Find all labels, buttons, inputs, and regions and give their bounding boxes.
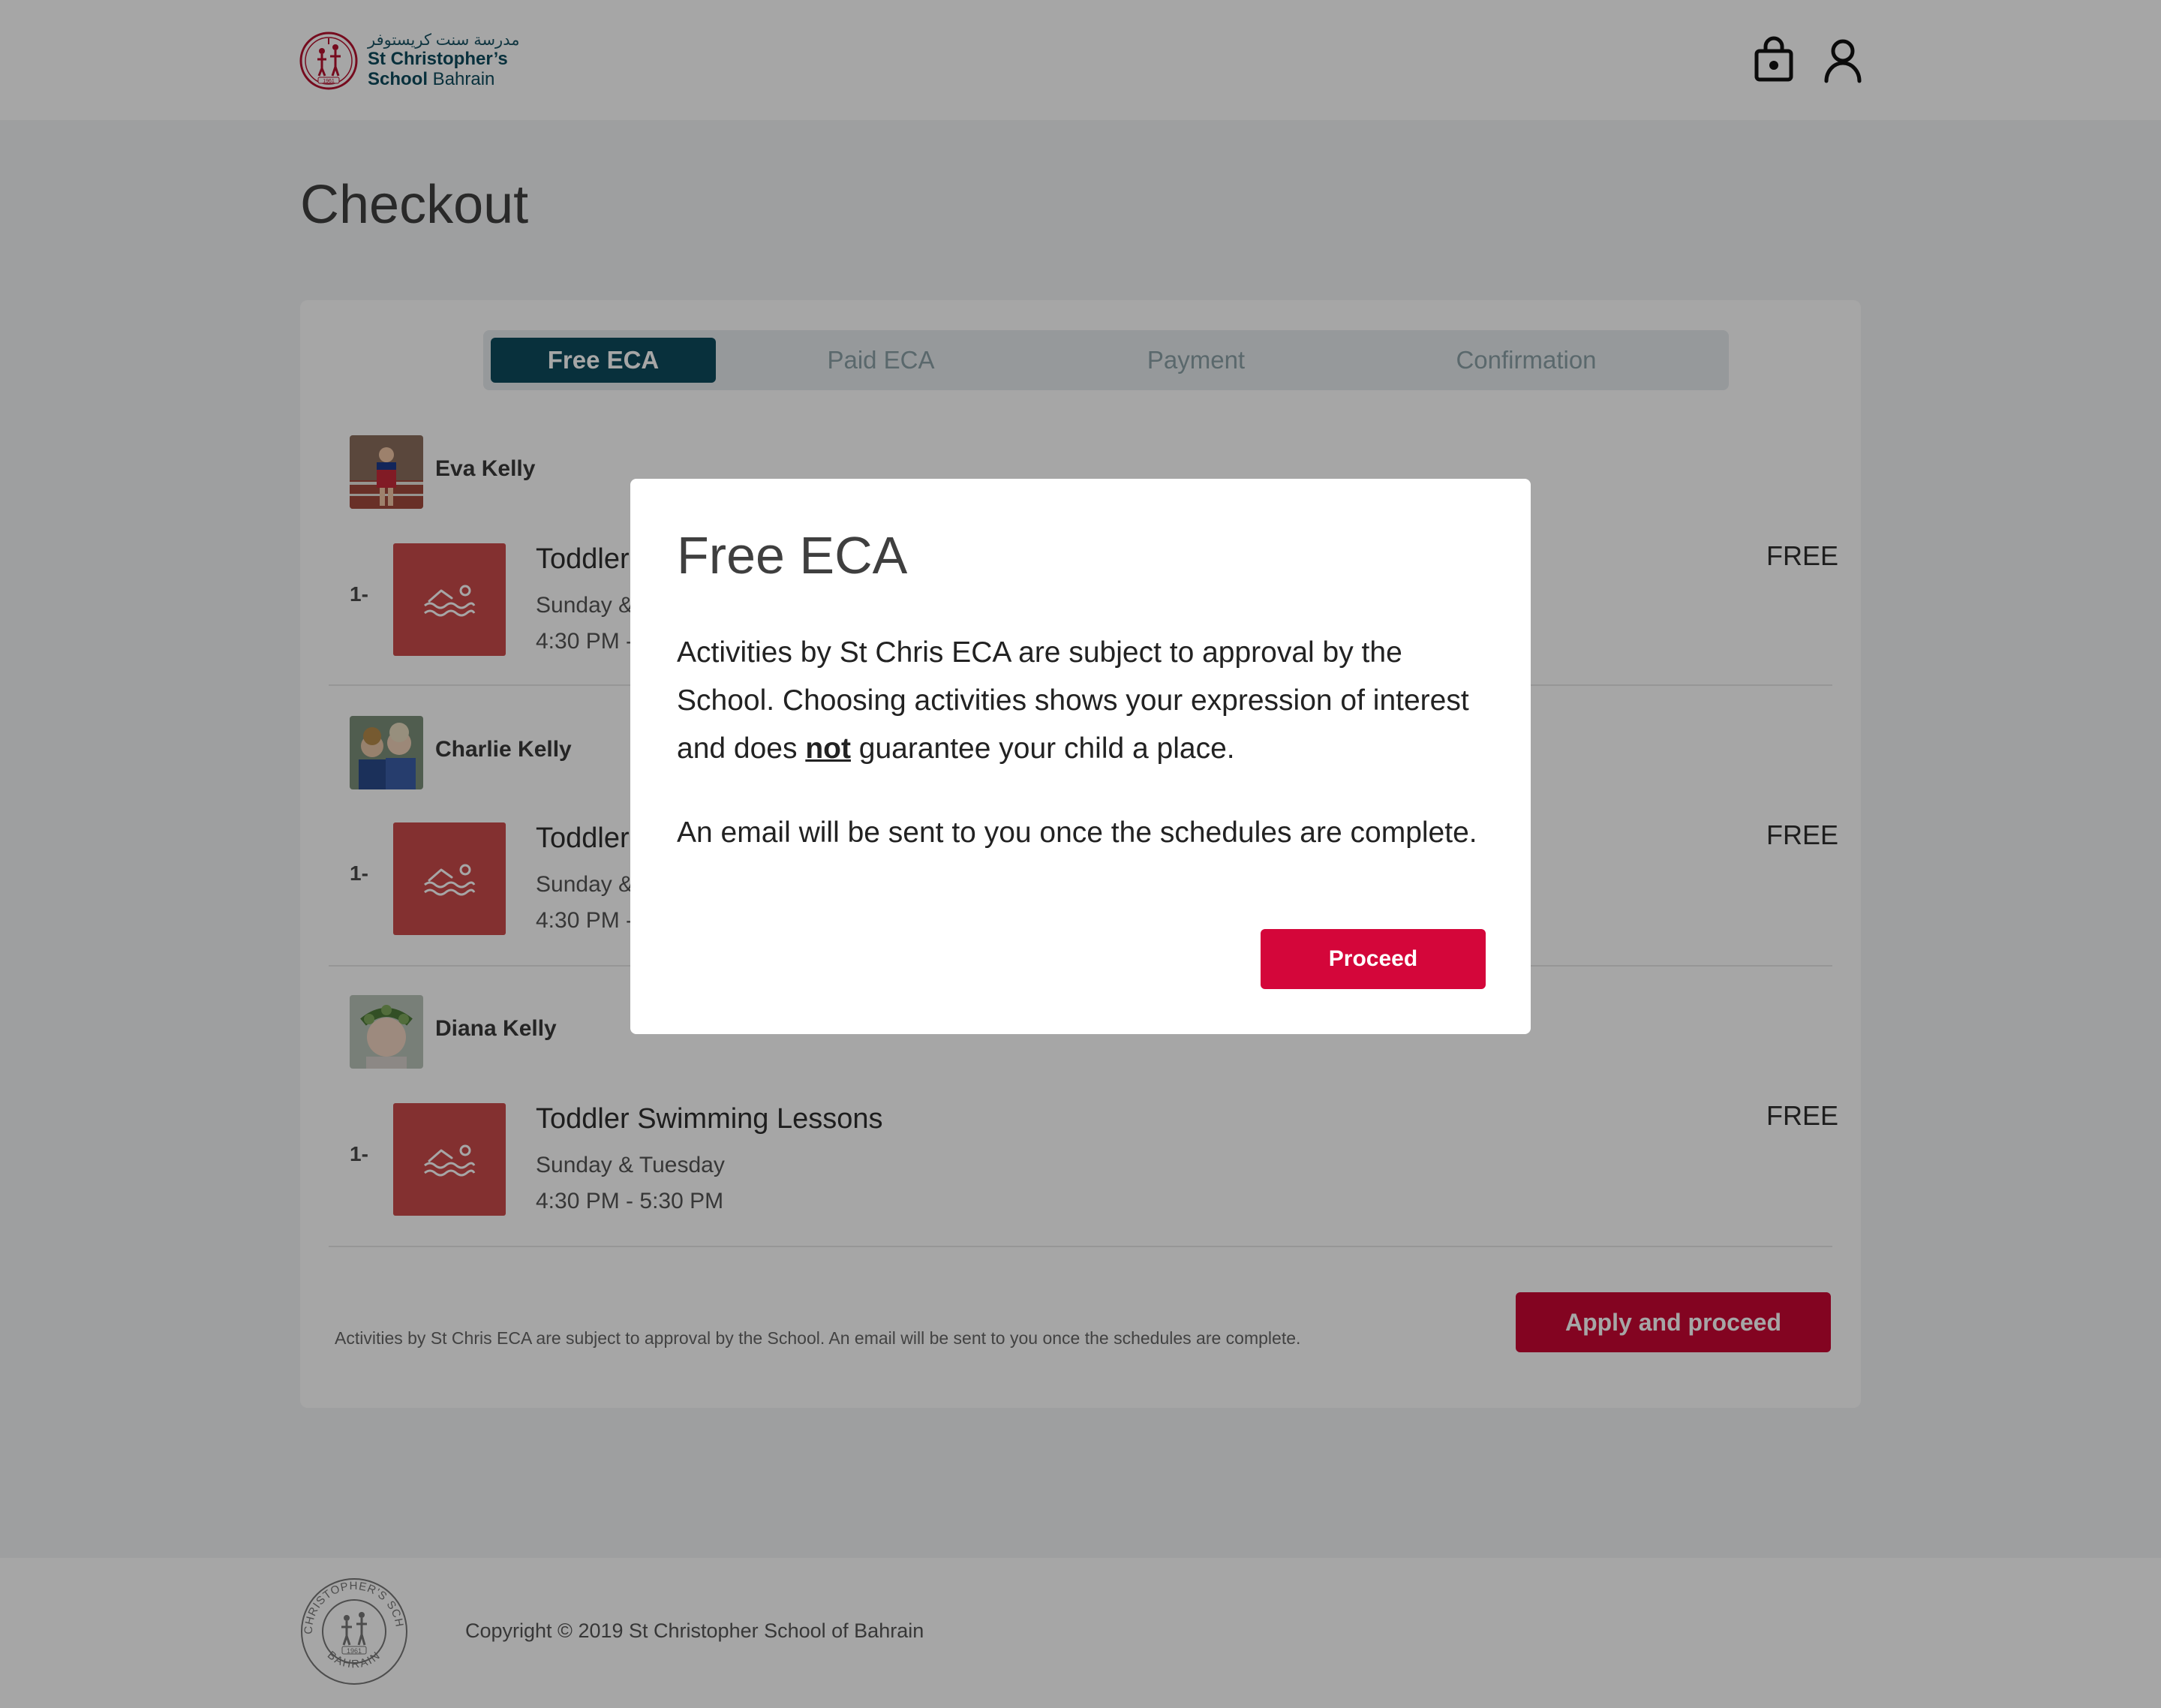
modal-body: Activities by St Chris ECA are subject t… (677, 629, 1502, 857)
free-eca-modal: Free ECA Activities by St Chris ECA are … (630, 479, 1531, 1034)
modal-text: guarantee your child a place. (850, 732, 1235, 765)
proceed-button[interactable]: Proceed (1261, 929, 1486, 989)
modal-paragraph-approval: Activities by St Chris ECA are subject t… (677, 629, 1502, 773)
modal-title: Free ECA (677, 526, 908, 585)
modal-emphasis: not (805, 732, 851, 765)
modal-paragraph-email: An email will be sent to you once the sc… (677, 816, 1477, 849)
